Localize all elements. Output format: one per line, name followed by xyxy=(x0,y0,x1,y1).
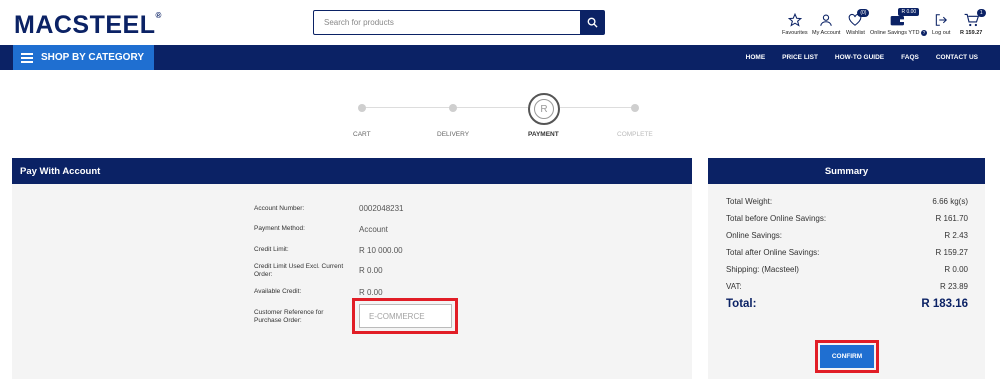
step-label-delivery: DELIVERY xyxy=(437,131,470,138)
search-icon xyxy=(587,17,598,28)
macsteel-logo[interactable]: MACSTEEL® xyxy=(14,11,162,40)
step-connector xyxy=(560,107,635,108)
available-credit-value: R 0.00 xyxy=(359,288,383,297)
nav-faqs[interactable]: FAQS xyxy=(901,54,919,61)
nav-price-list[interactable]: PRICE LIST xyxy=(782,54,818,61)
step-label-complete: COMPLETE xyxy=(617,131,653,138)
step-label-cart: CART xyxy=(353,131,371,138)
star-icon xyxy=(787,13,802,27)
search-button[interactable] xyxy=(580,11,604,34)
step-dot-delivery xyxy=(449,104,457,112)
wishlist-link[interactable]: (0) Wishlist xyxy=(846,9,870,36)
customer-reference-input[interactable] xyxy=(359,304,452,328)
step-dot-cart xyxy=(358,104,366,112)
total-after-savings-label: Total after Online Savings: xyxy=(726,248,820,257)
step-label-payment: PAYMENT xyxy=(528,131,559,138)
menu-icon xyxy=(21,51,33,65)
total-before-savings-value: R 161.70 xyxy=(935,214,968,223)
online-savings-label: Online Savings: xyxy=(726,231,783,240)
total-weight-label: Total Weight: xyxy=(726,197,773,206)
logout-link[interactable]: Log out xyxy=(932,12,950,36)
available-credit-label: Available Credit: xyxy=(254,288,302,295)
shipping-label: Shipping: (Macsteel) xyxy=(726,265,799,274)
step-active-payment: R xyxy=(528,93,560,125)
favourites-link[interactable]: Favourites xyxy=(782,12,808,36)
summary-header: Summary xyxy=(708,158,985,184)
site-header: MACSTEEL® Favourites My Account (0) Wish… xyxy=(0,0,1000,45)
total-weight-value: 6.66 kg(s) xyxy=(932,197,968,206)
nav-contact-us[interactable]: CONTACT US xyxy=(936,54,978,61)
order-total-value: R 183.16 xyxy=(921,298,968,310)
pay-with-account-body xyxy=(12,184,692,379)
customer-reference-label: Customer Reference for Purchase Order: xyxy=(254,309,324,324)
shipping-value: R 0.00 xyxy=(944,265,968,274)
info-icon[interactable]: ? xyxy=(920,30,927,36)
confirm-button[interactable]: CONFIRM xyxy=(820,345,874,368)
main-nav: SHOP BY CATEGORY HOME PRICE LIST HOW-TO … xyxy=(0,45,1000,70)
vat-label: VAT: xyxy=(726,282,742,291)
credit-limit-label: Credit Limit: xyxy=(254,246,289,253)
search-bar xyxy=(313,10,605,35)
nav-links: HOME PRICE LIST HOW-TO GUIDE FAQS CONTAC… xyxy=(729,45,978,70)
cart-link[interactable]: 1 R 159.27 xyxy=(960,9,986,36)
cart-count-badge: 1 xyxy=(976,9,986,17)
rand-icon: R xyxy=(534,99,554,119)
credit-used-value: R 0.00 xyxy=(359,266,383,275)
order-total-label: Total: xyxy=(726,298,757,310)
account-number-label: Account Number: xyxy=(254,205,305,212)
search-input[interactable] xyxy=(314,11,582,34)
total-before-savings-label: Total before Online Savings: xyxy=(726,214,827,223)
online-savings-amount: R 0.00 xyxy=(898,8,920,16)
total-after-savings-value: R 159.27 xyxy=(935,248,968,257)
my-account-link[interactable]: My Account xyxy=(812,12,840,36)
shop-by-category-button[interactable]: SHOP BY CATEGORY xyxy=(13,45,154,70)
vat-value: R 23.89 xyxy=(939,282,968,291)
payment-method-value: Account xyxy=(359,225,388,234)
step-connector xyxy=(362,107,530,108)
online-savings-link[interactable]: R 0.00 Online Savings YTD ? xyxy=(870,8,927,36)
nav-how-to-guide[interactable]: HOW-TO GUIDE xyxy=(835,54,884,61)
pay-with-account-header: Pay With Account xyxy=(12,158,692,184)
cart-icon xyxy=(964,13,979,27)
online-savings-value: R 2.43 xyxy=(944,231,968,240)
payment-method-label: Payment Method: xyxy=(254,225,305,232)
credit-limit-value: R 10 000.00 xyxy=(359,246,403,255)
step-dot-complete xyxy=(631,104,639,112)
credit-used-label: Credit Limit Used Excl. Current Order: xyxy=(254,263,344,278)
account-number-value: 0002048231 xyxy=(359,204,404,213)
cart-total: R 159.27 xyxy=(960,30,983,36)
nav-home[interactable]: HOME xyxy=(746,54,766,61)
user-icon xyxy=(820,14,832,26)
logout-icon xyxy=(935,14,948,26)
wishlist-count-badge: (0) xyxy=(857,9,870,17)
